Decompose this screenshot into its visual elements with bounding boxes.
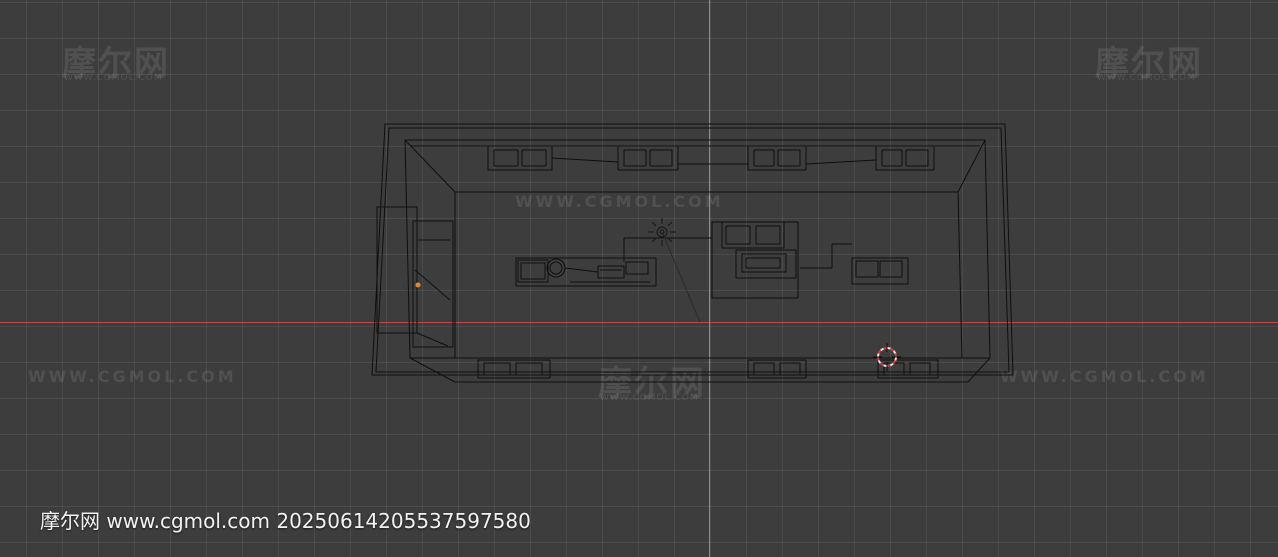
equipment-middle — [711, 221, 852, 299]
room-shell — [371, 123, 1014, 383]
footer-watermark-text: 摩尔网 www.cgmol.com 20250614205537597580 — [40, 509, 531, 533]
entrance-door — [376, 206, 454, 348]
window — [487, 145, 553, 171]
window — [617, 145, 679, 171]
origin-dot — [415, 282, 421, 288]
window — [875, 145, 935, 171]
wireframe-scene[interactable] — [0, 0, 1278, 557]
equipment-left — [515, 237, 712, 287]
window — [747, 145, 807, 171]
equipment-right — [851, 257, 909, 285]
3d-viewport[interactable]: 摩尔网 WWW.CGMOL.COM 摩尔网 WWW.CGMOL.COM 摩尔网 … — [0, 0, 1278, 557]
3d-cursor-icon — [873, 343, 901, 371]
